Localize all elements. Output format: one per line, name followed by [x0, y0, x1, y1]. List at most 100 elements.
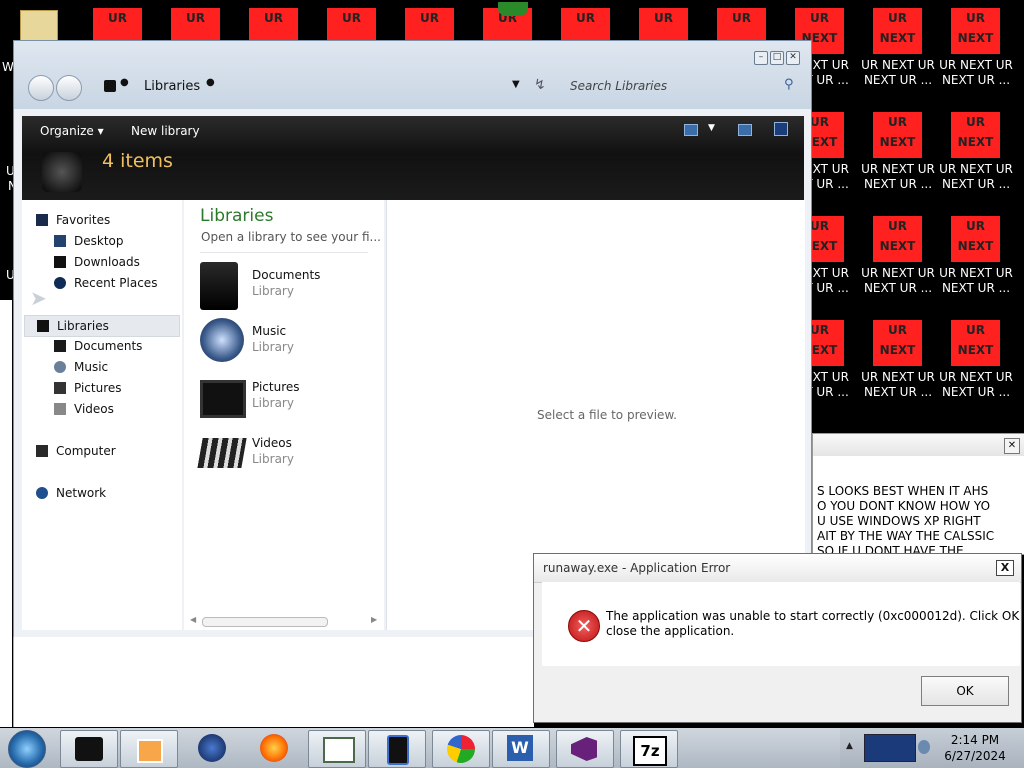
breadcrumb-separator-icon: ● [120, 77, 129, 88]
show-hidden-icons-icon[interactable]: ▲ [846, 741, 853, 751]
desktop-tile[interactable]: UR [717, 8, 766, 44]
desktop-tile[interactable]: UR NEXT [951, 112, 1000, 158]
nav-pictures[interactable]: Pictures [22, 378, 182, 398]
message-dialog-titlebar[interactable] [813, 434, 1024, 456]
help-icon[interactable] [774, 122, 788, 136]
desktop-tile[interactable]: UR [561, 8, 610, 44]
desktop-tile[interactable]: UR [93, 8, 142, 44]
background-window [13, 637, 534, 727]
refresh-icon[interactable]: ↯ [534, 77, 546, 93]
libraries-large-icon [42, 152, 82, 192]
nav-libraries[interactable]: Libraries [24, 315, 180, 337]
desktop-tile[interactable]: UR [405, 8, 454, 44]
search-box[interactable]: Search Libraries ⚲ [566, 73, 802, 99]
breadcrumb-libraries[interactable]: Libraries [144, 79, 200, 94]
desktop-tile[interactable]: UR NEXT [873, 216, 922, 262]
maximize-button[interactable]: □ [770, 51, 784, 65]
pictures-icon [54, 382, 66, 394]
system-tray: ▲ 2:14 PM 6/27/2024 [840, 728, 1024, 768]
word-icon: W [507, 735, 533, 761]
desktop-tile[interactable]: UR NEXT [951, 216, 1000, 262]
desktop-tile[interactable]: UR NEXT [873, 320, 922, 366]
taskbar-explorer[interactable] [60, 730, 118, 768]
videos-icon [54, 403, 66, 415]
ok-button[interactable]: OK [921, 676, 1009, 706]
nav-downloads[interactable]: Downloads [22, 252, 182, 272]
start-button[interactable] [8, 730, 46, 768]
message-close-button[interactable]: ✕ [1004, 438, 1020, 454]
title-bar[interactable]: – □ ✕ ● Libraries ● ▼ ↯ Search Libraries… [14, 41, 811, 109]
taskbar-ie[interactable] [184, 730, 240, 766]
content-heading: Libraries [200, 206, 274, 226]
nav-network[interactable]: Network [22, 483, 182, 503]
error-message: The application was unable to start corr… [606, 609, 1024, 638]
close-button[interactable]: ✕ [786, 51, 800, 65]
search-input[interactable]: Search Libraries [570, 79, 667, 93]
firefox-icon [260, 734, 288, 762]
taskbar-visual-studio[interactable] [556, 730, 614, 768]
library-music[interactable]: Music Library [200, 318, 380, 368]
nav-documents[interactable]: Documents [22, 336, 182, 356]
search-icon[interactable]: ⚲ [784, 77, 794, 92]
desktop-tile[interactable]: UR [171, 8, 220, 44]
forward-button[interactable] [56, 75, 82, 101]
favorites-icon [36, 214, 48, 226]
explorer-window: – □ ✕ ● Libraries ● ▼ ↯ Search Libraries… [13, 40, 812, 638]
scrollbar-thumb[interactable] [202, 617, 328, 627]
address-dropdown-icon[interactable]: ▼ [512, 79, 520, 90]
clock-time: 2:14 PM [950, 733, 1000, 747]
taskbar-media-player[interactable] [120, 730, 178, 768]
error-dialog-titlebar[interactable]: runaway.exe - Application Error X [534, 554, 1021, 583]
preview-pane-icon[interactable] [738, 124, 752, 136]
folder-icon[interactable] [20, 10, 58, 42]
message-text: S LOOKS BEST WHEN IT AHS O YOU DONT KNOW… [817, 484, 995, 558]
taskbar-device[interactable] [368, 730, 426, 768]
scroll-left-icon[interactable]: ◀ [190, 615, 196, 624]
taskbar-firefox[interactable] [246, 730, 302, 766]
library-documents[interactable]: Documents Library [200, 262, 380, 312]
volume-icon[interactable] [918, 740, 930, 754]
address-bar[interactable]: ● Libraries ● ▼ [94, 73, 524, 99]
nav-desktop[interactable]: Desktop [22, 231, 182, 251]
desktop-tile[interactable]: UR [639, 8, 688, 44]
desktop-tile[interactable]: UR NEXT [951, 8, 1000, 54]
error-icon: ✕ [568, 610, 600, 642]
desktop-tile-caption: UR NEXT UR NEXT UR ... [861, 58, 935, 87]
new-library-button[interactable]: New library [131, 124, 200, 138]
back-button[interactable] [28, 75, 54, 101]
nav-computer[interactable]: Computer [22, 441, 182, 461]
error-dialog-title: runaway.exe - Application Error [543, 561, 731, 575]
view-dropdown-icon[interactable]: ▼ [708, 123, 715, 133]
error-close-button[interactable]: X [996, 560, 1014, 576]
horizontal-scrollbar[interactable]: ◀ ▶ [190, 615, 378, 627]
taskbar-chart-app[interactable] [432, 730, 490, 768]
nav-favorites[interactable]: Favorites [22, 210, 182, 230]
library-videos[interactable]: Videos Library [197, 430, 380, 480]
command-bar: Organize ▾ New library ▼ 4 items [22, 116, 804, 200]
network-tray-icon[interactable] [864, 734, 916, 762]
desktop-tile[interactable]: UR NEXT [873, 8, 922, 54]
preview-message: Select a file to preview. [537, 408, 677, 422]
desktop-tile[interactable]: UR NEXT [951, 320, 1000, 366]
desktop-tile[interactable]: UR [249, 8, 298, 44]
taskbar-word[interactable]: W [492, 730, 550, 768]
scroll-right-icon[interactable]: ▶ [371, 615, 377, 624]
taskbar-7zip[interactable]: 7z [620, 730, 678, 768]
nav-music[interactable]: Music [22, 357, 182, 377]
desktop-tile[interactable]: UR NEXT [873, 112, 922, 158]
content-subheading: Open a library to see your fi... [201, 230, 381, 244]
application-error-dialog: runaway.exe - Application Error X ✕ The … [533, 553, 1024, 723]
chart-app-icon [447, 735, 475, 763]
library-pictures[interactable]: Pictures Library [200, 374, 380, 424]
background-window-edge [0, 300, 12, 727]
change-view-icon[interactable] [684, 124, 698, 136]
desktop-tile[interactable]: UR [327, 8, 376, 44]
taskbar-notepad[interactable] [308, 730, 366, 768]
nav-videos[interactable]: Videos [22, 399, 182, 419]
pictures-library-icon [200, 380, 246, 418]
7zip-icon: 7z [633, 736, 667, 766]
mouse-cursor-icon: ➤ [30, 286, 47, 310]
minimize-button[interactable]: – [754, 51, 768, 65]
organize-button[interactable]: Organize ▾ [40, 124, 104, 138]
clock[interactable]: 2:14 PM 6/27/2024 [944, 732, 1006, 764]
